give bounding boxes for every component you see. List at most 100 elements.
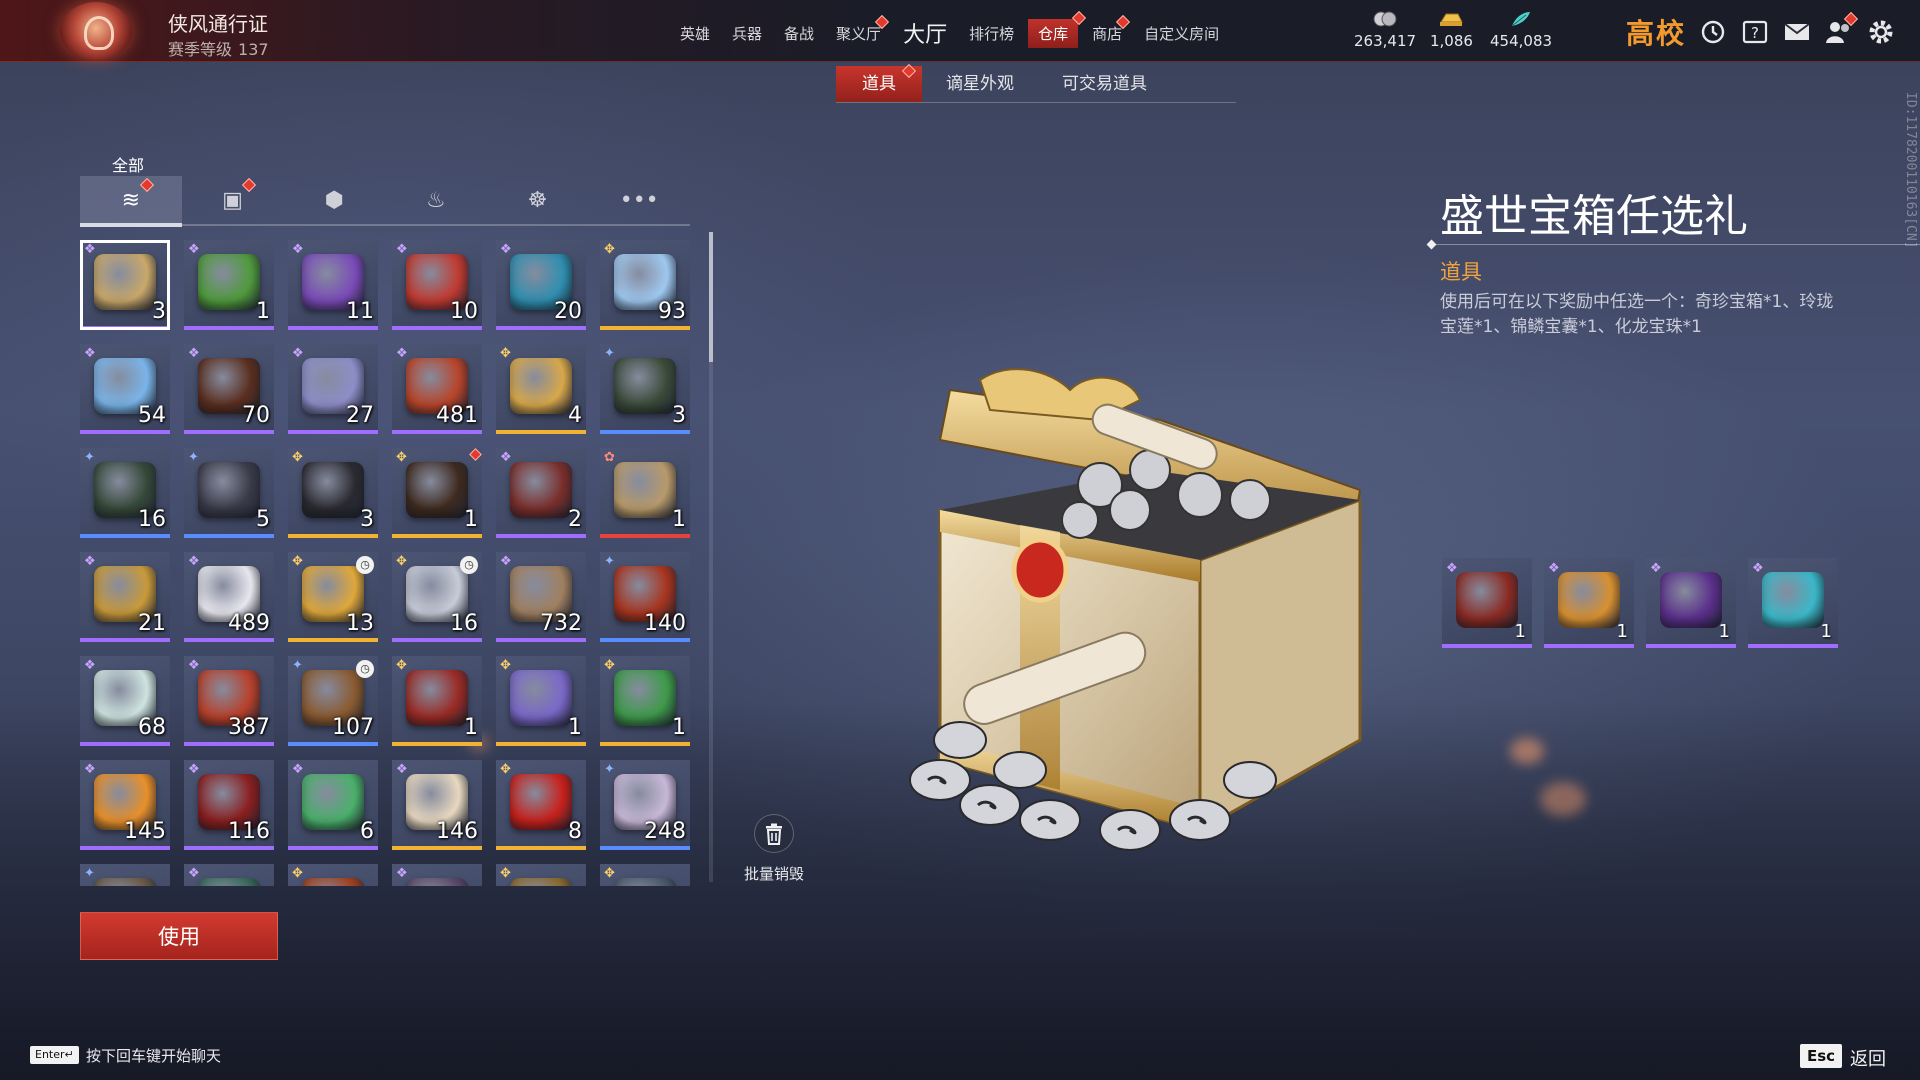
inventory-item[interactable]: ✥ 1	[392, 656, 482, 746]
item-count: 1	[672, 715, 686, 740]
nav-item[interactable]: 商店	[1092, 14, 1131, 44]
inventory-item[interactable]: ❖ 732	[496, 552, 586, 642]
inventory-item[interactable]: ❖ 3	[80, 240, 170, 330]
esc-key[interactable]: Esc	[1800, 1044, 1843, 1068]
inventory-item[interactable]: ✥	[288, 864, 378, 886]
inventory-item[interactable]: ❖ 10	[392, 240, 482, 330]
inventory-item[interactable]: ✥ 1	[496, 656, 586, 746]
inventory-item[interactable]: ✿ 1	[600, 448, 690, 538]
currency-gold[interactable]: 1,086	[1430, 10, 1473, 50]
battle-pass-emblem-icon[interactable]	[60, 2, 132, 60]
inventory-item[interactable]: ❖ 27	[288, 344, 378, 434]
nav-item[interactable]: 仓库	[1028, 10, 1087, 48]
inventory-item[interactable]: ✦ 5	[184, 448, 274, 538]
reward-option-treasure-chest[interactable]: ❖ 1	[1442, 558, 1532, 648]
inventory-item[interactable]: ✥ 1	[600, 656, 690, 746]
batch-destroy-button[interactable]: 批量销毁	[736, 814, 812, 884]
help-book-icon[interactable]: ?	[1740, 18, 1770, 46]
reward-option-dragon-pearl[interactable]: ❖ 1	[1748, 558, 1838, 648]
inventory-item[interactable]: ❖ 489	[184, 552, 274, 642]
inventory-item[interactable]: ❖ 21	[80, 552, 170, 642]
inventory-item[interactable]: ❖ 387	[184, 656, 274, 746]
inventory-item[interactable]: ❖ 20	[496, 240, 586, 330]
category-tab[interactable]: ▣	[182, 176, 284, 224]
item-icon	[198, 878, 260, 886]
item-count: 732	[540, 611, 582, 636]
reward-option-lotus[interactable]: ❖ 1	[1544, 558, 1634, 648]
nav-item[interactable]: 排行榜	[969, 23, 1014, 44]
inventory-item[interactable]: ✥ 8	[496, 760, 586, 850]
inventory-item[interactable]: ❖	[184, 864, 274, 886]
currency-coin[interactable]: 263,417	[1354, 10, 1416, 50]
friends-icon[interactable]	[1824, 11, 1859, 46]
inventory-item[interactable]: ✥ 3	[288, 448, 378, 538]
use-button[interactable]: 使用	[80, 912, 278, 960]
category-tab[interactable]: ⬢	[283, 176, 385, 224]
inventory-item[interactable]: ❖ 1	[184, 240, 274, 330]
inventory-item[interactable]: ✥	[496, 864, 586, 886]
rarity-mark-icon: ❖	[1752, 561, 1764, 576]
inventory-item[interactable]: ❖ 68	[80, 656, 170, 746]
inventory-item[interactable]: ✥ 4	[496, 344, 586, 434]
inventory-item[interactable]: ✥ ◷ 13	[288, 552, 378, 642]
nav-item[interactable]: 兵器	[732, 23, 762, 44]
inventory-item[interactable]: ❖ 481	[392, 344, 482, 434]
item-count: 107	[332, 715, 374, 740]
item-count: 3	[672, 403, 686, 428]
currency-jade[interactable]: 454,083	[1490, 10, 1552, 50]
inventory-grid-viewport[interactable]: ❖ 3 ❖ 1 ❖ 11 ❖ 10 ❖ 20 ✥ 93 ❖ 54 ❖ 70 ❖ 27 ❖ 481 ✥ 4 ✦ 3 ✦ 16 ✦ 5 ✥ 3…	[80, 240, 700, 886]
nav-item[interactable]: 聚义厅	[836, 14, 890, 44]
back-button[interactable]: 返回	[1850, 1045, 1886, 1071]
rarity-mark-icon: ✦	[84, 866, 95, 881]
clock-icon[interactable]	[1698, 18, 1728, 46]
inventory-item[interactable]: ✦ ◷ 107	[288, 656, 378, 746]
category-active-indicator	[80, 223, 182, 227]
nav-item[interactable]: 大厅	[903, 17, 947, 49]
category-tab[interactable]: ☸	[487, 176, 589, 224]
nav-item[interactable]: 自定义房间	[1144, 23, 1219, 44]
settings-icon[interactable]	[1866, 18, 1896, 46]
inventory-scrollbar-thumb[interactable]	[709, 232, 713, 362]
inventory-item[interactable]: ✥	[600, 864, 690, 886]
category-tab[interactable]: •••	[588, 176, 690, 224]
inventory-item[interactable]: ❖ 70	[184, 344, 274, 434]
inventory-item[interactable]: ❖ 2	[496, 448, 586, 538]
inventory-item[interactable]: ✦	[80, 864, 170, 886]
subtab[interactable]: 道具	[836, 63, 922, 102]
item-icon	[302, 774, 364, 830]
subtab-label: 道具	[862, 74, 896, 94]
inventory-item[interactable]: ✦ 16	[80, 448, 170, 538]
inventory-item[interactable]: ❖	[392, 864, 482, 886]
inventory-item[interactable]: ✥ 1	[392, 448, 482, 538]
reward-option-pouch[interactable]: ❖ 1	[1646, 558, 1736, 648]
inventory-item[interactable]: ❖ 116	[184, 760, 274, 850]
inventory-item[interactable]: ❖ 6	[288, 760, 378, 850]
subtab[interactable]: 可交易道具	[1038, 66, 1171, 102]
season-level: 赛季等级 137	[168, 36, 269, 60]
inventory-item[interactable]: ✦ 248	[600, 760, 690, 850]
inventory-item[interactable]: ✥ ◷ 16	[392, 552, 482, 642]
mail-icon[interactable]	[1782, 18, 1812, 46]
inventory-item[interactable]: ❖ 54	[80, 344, 170, 434]
category-tab[interactable]: ♨	[385, 176, 487, 224]
category-tab[interactable]: ≋	[80, 176, 182, 224]
inventory-item[interactable]: ✦ 140	[600, 552, 690, 642]
rarity-mark-icon: ❖	[292, 762, 304, 777]
nav-item[interactable]: 英雄	[680, 23, 710, 44]
inventory-item[interactable]: ✥ 93	[600, 240, 690, 330]
timer-icon: ◷	[356, 556, 374, 574]
item-count: 146	[436, 819, 478, 844]
chat-hint[interactable]: 按下回车键开始聊天	[86, 1045, 221, 1066]
battle-pass-title[interactable]: 侠风通行证	[168, 8, 268, 37]
subtab[interactable]: 谪星外观	[922, 66, 1038, 102]
item-icon	[198, 254, 260, 310]
inventory-item[interactable]: ❖ 11	[288, 240, 378, 330]
nav-item[interactable]: 备战	[784, 23, 814, 44]
pouch-icon	[1660, 572, 1722, 628]
inventory-item[interactable]: ❖ 145	[80, 760, 170, 850]
swirl-icon: ☸	[527, 187, 548, 213]
item-count: 1	[672, 507, 686, 532]
inventory-item[interactable]: ✦ 3	[600, 344, 690, 434]
inventory-item[interactable]: ❖ 146	[392, 760, 482, 850]
lotus-icon	[1558, 572, 1620, 628]
